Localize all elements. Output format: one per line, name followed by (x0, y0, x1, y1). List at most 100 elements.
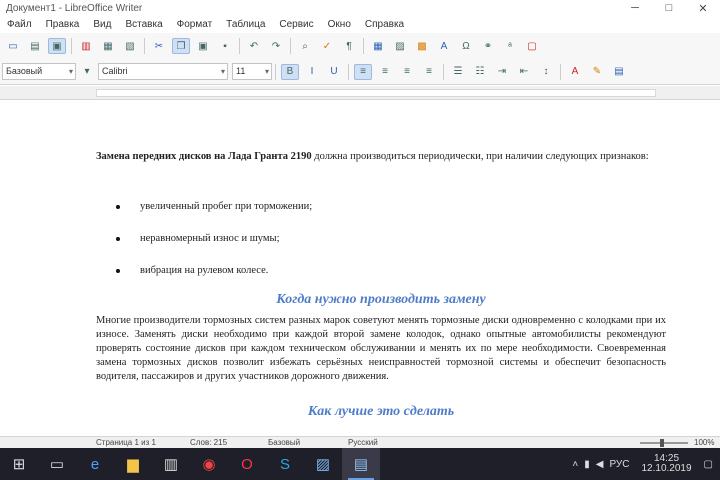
photos-icon[interactable]: ▨ (304, 448, 342, 480)
formatting-marks-icon[interactable]: ¶ (340, 38, 358, 54)
paste-icon[interactable]: ▣ (194, 38, 212, 54)
save-icon[interactable]: ▣ (48, 38, 66, 54)
standard-toolbar: ▭ ▤ ▣ ▥ ▦ ▧ ✂ ❐ ▣ ▪ ↶ ↷ ⌕ ✓ ¶ ▦ ▨ ▩ A Ω … (0, 33, 720, 59)
notifications-icon[interactable]: ▢ (704, 459, 713, 470)
menu-insert[interactable]: Вставка (118, 19, 169, 30)
keyboard-language[interactable]: РУС (609, 459, 629, 470)
toolbar-separator (290, 38, 291, 54)
line-spacing-icon[interactable]: ↕ (537, 64, 555, 80)
bullet-icon (116, 204, 120, 209)
menu-edit[interactable]: Правка (39, 19, 87, 30)
align-left-icon[interactable]: ≡ (354, 63, 372, 80)
clock[interactable]: 14:25 12.10.2019 (638, 454, 694, 474)
minimize-button[interactable]: ─ (618, 2, 652, 15)
font-size-field[interactable]: 11 ▾ (232, 63, 272, 80)
bullet-icon (116, 268, 120, 273)
chevron-down-icon: ▾ (264, 67, 269, 76)
network-icon[interactable]: ▮ (584, 459, 590, 470)
chevron-down-icon: ▾ (220, 67, 225, 76)
open-folder-icon[interactable]: ▤ (26, 38, 44, 54)
new-document-icon[interactable]: ▭ (4, 38, 22, 54)
insert-footnote-icon[interactable]: ᵃ (501, 38, 519, 54)
background-color-icon[interactable]: ▤ (610, 64, 628, 80)
maximize-button[interactable]: □ (652, 2, 686, 15)
zoom-slider-handle[interactable] (660, 439, 664, 447)
insert-comment-icon[interactable]: ▢ (523, 38, 541, 54)
italic-icon[interactable]: I (303, 64, 321, 80)
font-name-field[interactable]: Calibri ▾ (98, 63, 228, 80)
menu-format[interactable]: Формат (170, 19, 220, 30)
close-button[interactable]: ✕ (686, 2, 720, 15)
export-pdf-icon[interactable]: ▥ (77, 38, 95, 54)
align-center-icon[interactable]: ≡ (376, 64, 394, 80)
libreoffice-writer-icon[interactable]: ▤ (342, 448, 380, 480)
increase-indent-icon[interactable]: ⇥ (493, 64, 511, 80)
toolbar-separator (443, 63, 444, 80)
decrease-indent-icon[interactable]: ⇤ (515, 64, 533, 80)
align-right-icon[interactable]: ≡ (398, 64, 416, 80)
page-style: Базовый (268, 438, 301, 447)
intro-rest-text: должна производиться периодически, при н… (311, 151, 649, 162)
menu-view[interactable]: Вид (86, 19, 118, 30)
underline-icon[interactable]: U (325, 64, 343, 80)
find-replace-icon[interactable]: ⌕ (296, 38, 314, 54)
insert-textbox-icon[interactable]: A (435, 38, 453, 54)
insert-chart-icon[interactable]: ▩ (413, 38, 431, 54)
horizontal-ruler[interactable] (0, 86, 720, 100)
insert-image-icon[interactable]: ▨ (391, 38, 409, 54)
document-page[interactable]: Замена передних дисков на Лада Гранта 21… (96, 100, 666, 436)
print-icon[interactable]: ▦ (99, 38, 117, 54)
status-bar: Страница 1 из 1 Слов: 215 Базовый Русски… (0, 436, 720, 448)
styles-menu-icon[interactable]: ▾ (78, 64, 96, 80)
copy-icon[interactable]: ❐ (172, 38, 190, 54)
menu-table[interactable]: Таблица (219, 19, 272, 30)
opera-icon[interactable]: O (228, 448, 266, 480)
intro-paragraph: Замена передних дисков на Лада Гранта 21… (96, 150, 666, 164)
volume-icon[interactable]: ◀ (596, 459, 604, 470)
align-justify-icon[interactable]: ≡ (420, 64, 438, 80)
page-count: Страница 1 из 1 (96, 438, 156, 447)
bullet-list-icon[interactable]: ☰ (449, 64, 467, 80)
font-color-icon[interactable]: A (566, 64, 584, 80)
insert-special-char-icon[interactable]: Ω (457, 38, 475, 54)
word-count: Слов: 215 (190, 438, 228, 447)
chevron-down-icon: ▾ (68, 67, 73, 76)
clock-date: 12.10.2019 (641, 463, 692, 474)
bold-icon[interactable]: B (281, 63, 299, 80)
list-item: увеличенный пробег при торможении; (116, 201, 312, 212)
paragraph-style-field[interactable]: Базовый ▾ (2, 63, 76, 80)
undo-icon[interactable]: ↶ (245, 38, 263, 54)
language[interactable]: Русский (348, 438, 378, 447)
list-item-text: неравномерный износ и шумы; (140, 233, 280, 244)
menu-help[interactable]: Справка (358, 19, 411, 30)
edge-browser-icon[interactable]: e (76, 448, 114, 480)
task-view-icon[interactable]: ▭ (38, 448, 76, 480)
toolbar-separator (363, 38, 364, 54)
intro-bold-text: Замена передних дисков на Лада Гранта 21… (96, 151, 312, 162)
menu-file[interactable]: Файл (0, 19, 39, 30)
spellcheck-icon[interactable]: ✓ (318, 38, 336, 54)
tray-up-arrow-icon[interactable]: ˄ (572, 459, 578, 470)
zoom-slider[interactable] (640, 442, 688, 444)
highlight-color-icon[interactable]: ✎ (588, 64, 606, 80)
insert-hyperlink-icon[interactable]: ⚭ (479, 38, 497, 54)
title-bar: Документ1 - LibreOffice Writer ─ □ ✕ (0, 0, 720, 16)
file-explorer-icon[interactable]: ▆ (114, 448, 152, 480)
clone-formatting-icon[interactable]: ▪ (216, 38, 234, 54)
toolbar-separator (275, 63, 276, 80)
insert-table-icon[interactable]: ▦ (369, 38, 387, 54)
numbered-list-icon[interactable]: ☷ (471, 64, 489, 80)
menu-window[interactable]: Окно (321, 19, 358, 30)
print-preview-icon[interactable]: ▧ (121, 38, 139, 54)
system-tray: ˄ ▮ ◀ РУС 14:25 12.10.2019 ▢ (569, 448, 720, 480)
section-heading: Когда нужно производить замену (276, 292, 486, 307)
zoom-level: 100% (694, 438, 715, 447)
redo-icon[interactable]: ↷ (267, 38, 285, 54)
menu-tools[interactable]: Сервис (272, 19, 320, 30)
chrome-icon[interactable]: ◉ (190, 448, 228, 480)
store-icon[interactable]: ▥ (152, 448, 190, 480)
toolbar-separator (239, 38, 240, 54)
start-windows-icon[interactable]: ⊞ (0, 448, 38, 480)
skype-icon[interactable]: S (266, 448, 304, 480)
cut-icon[interactable]: ✂ (150, 38, 168, 54)
